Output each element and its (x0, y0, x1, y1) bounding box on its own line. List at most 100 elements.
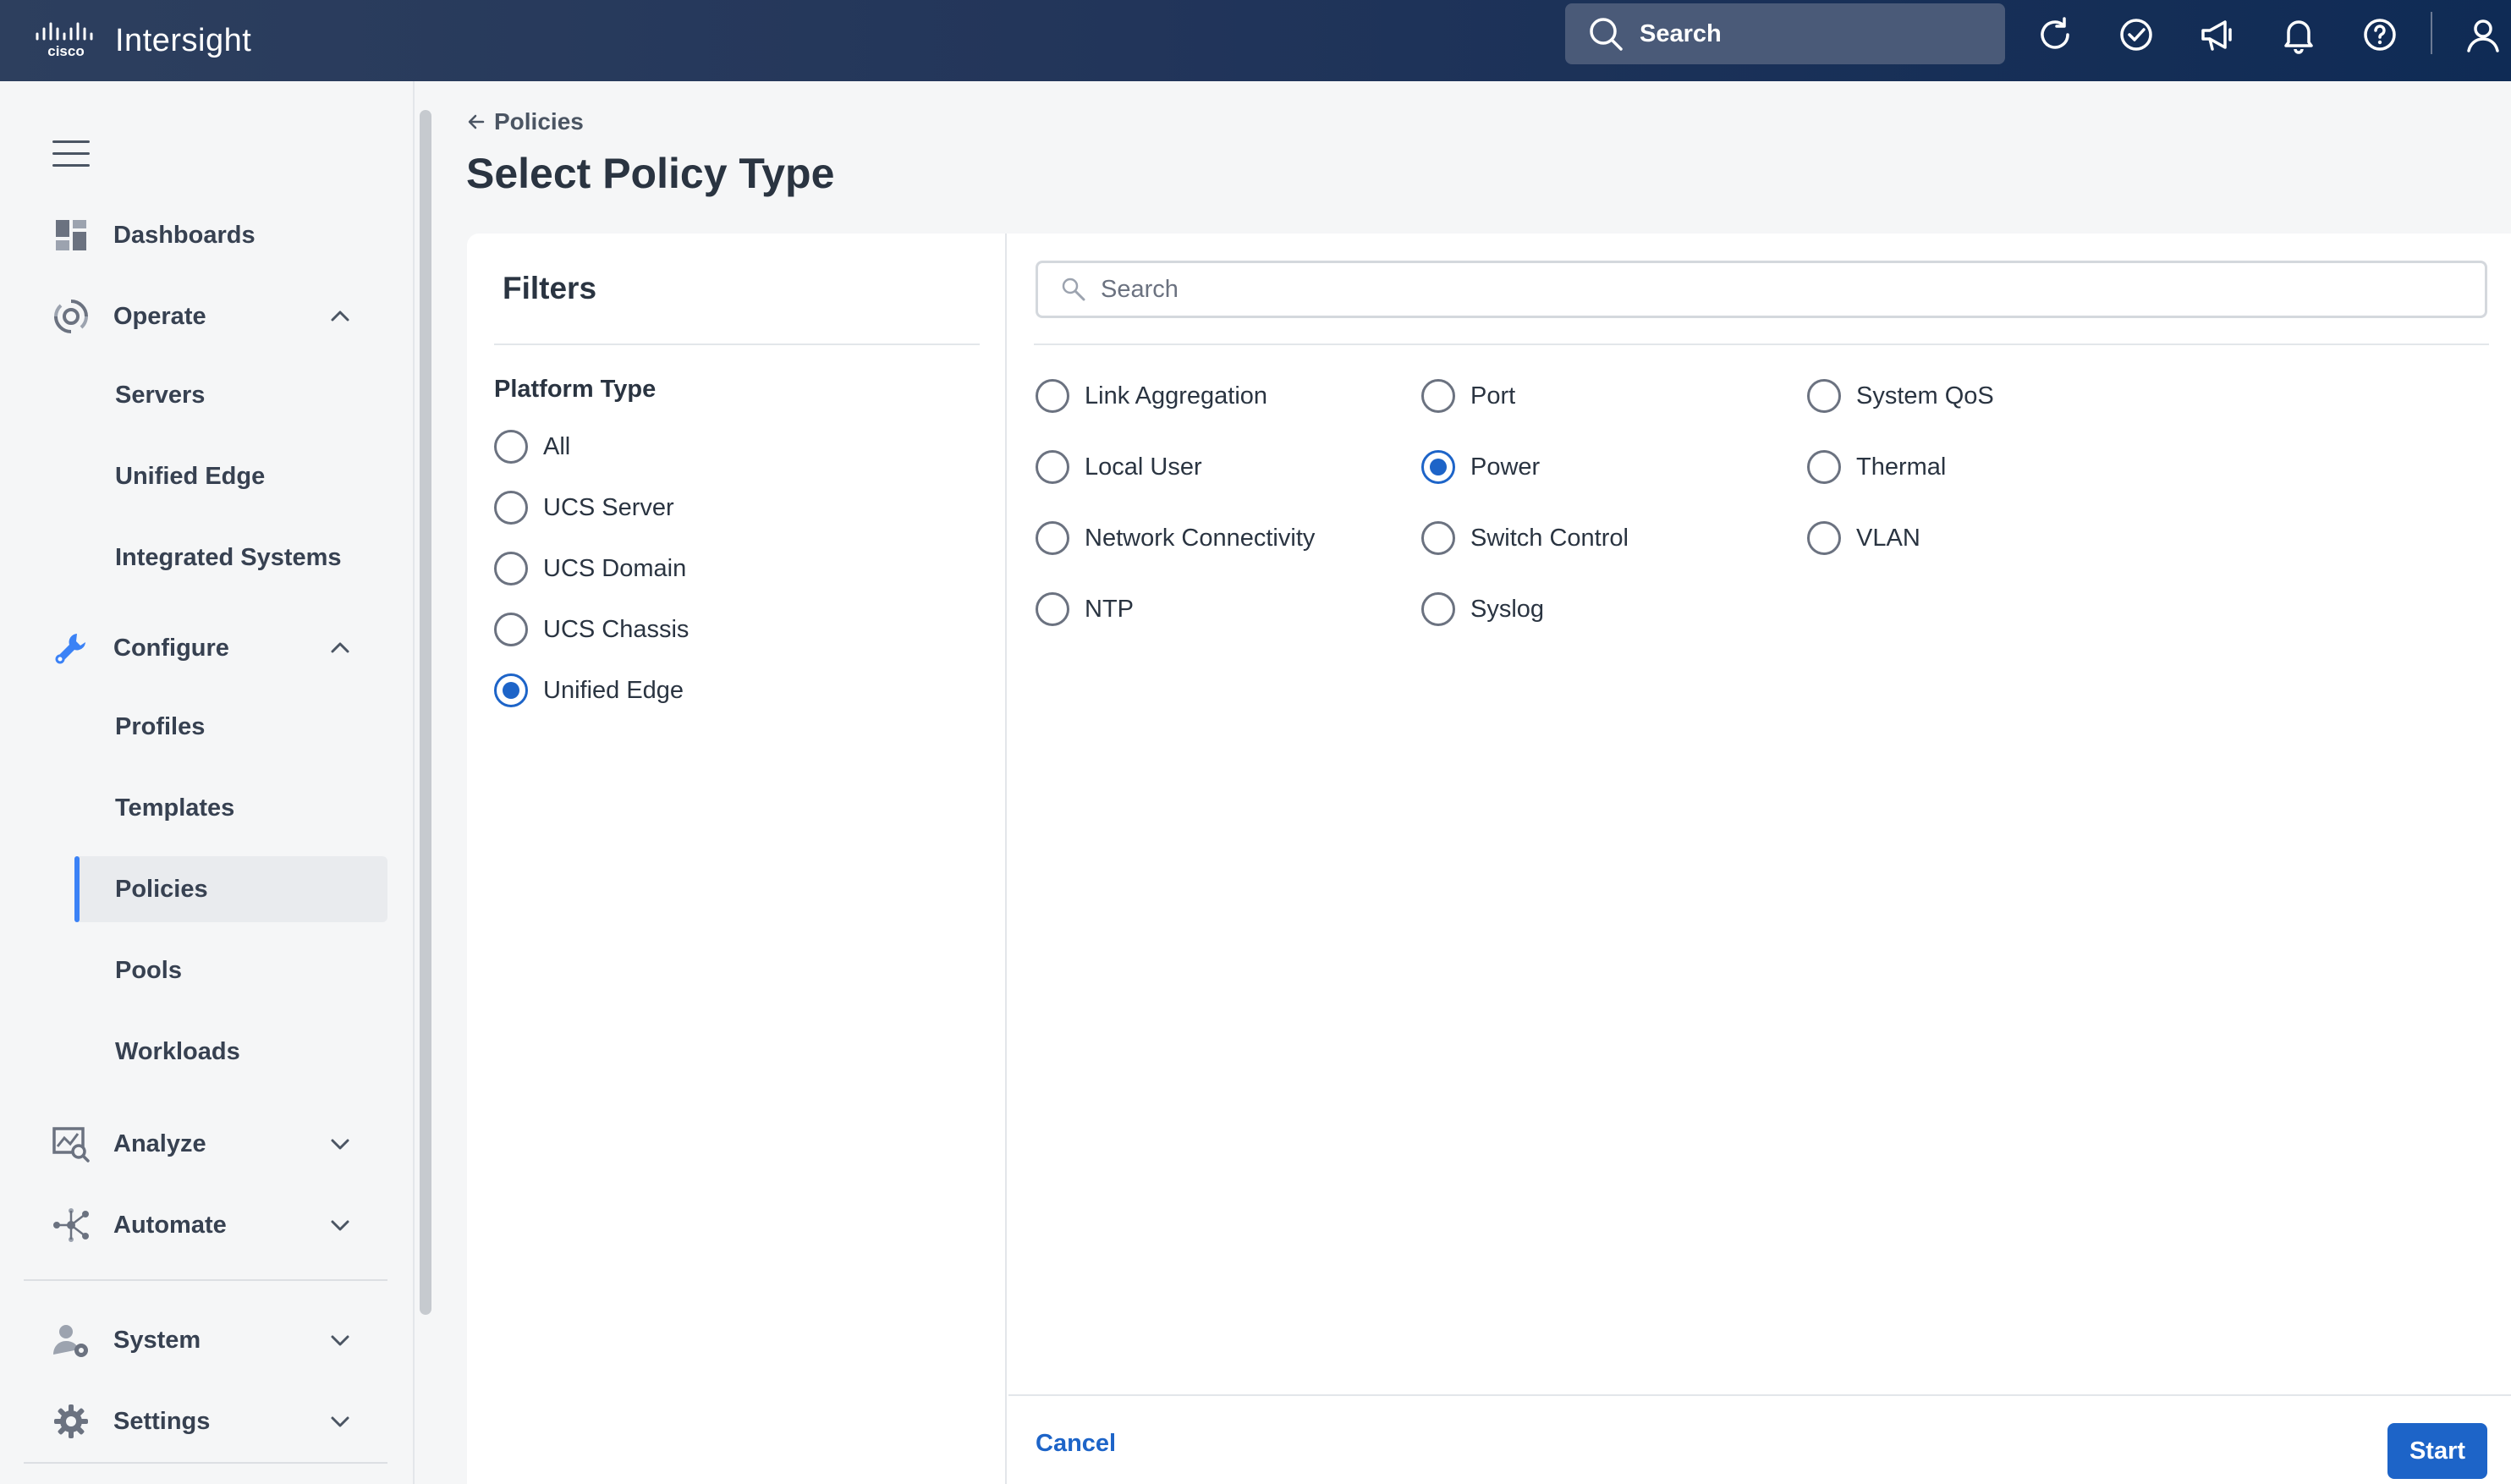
sidebar: Dashboards Operate Servers Unified Edge … (0, 81, 415, 1484)
bell-icon[interactable] (2277, 14, 2320, 56)
radio-button[interactable] (1807, 450, 1841, 484)
nav-settings[interactable]: Settings (24, 1389, 387, 1454)
platform-option-ucs-chassis[interactable]: UCS Chassis (494, 613, 689, 646)
platform-option-unified-edge[interactable]: Unified Edge (494, 673, 684, 707)
platform-option-label: UCS Server (543, 493, 674, 521)
chevron-up-icon (331, 311, 349, 322)
radio-button-selected[interactable] (1421, 450, 1455, 484)
policy-option-ntp[interactable]: NTP (1036, 592, 1134, 626)
nav-dashboards-label: Dashboards (113, 221, 255, 249)
user-icon[interactable] (2462, 14, 2504, 56)
nav-integrated-systems[interactable]: Integrated Systems (74, 525, 387, 591)
radio-button[interactable] (494, 613, 528, 646)
nav-pools[interactable]: Pools (74, 937, 387, 1003)
policy-search-placeholder: Search (1101, 275, 1179, 303)
search-icon (1062, 278, 1085, 301)
nav-profiles[interactable]: Profiles (74, 694, 387, 760)
nav-settings-label: Settings (113, 1407, 211, 1435)
global-search-input[interactable]: Search (1565, 3, 2005, 64)
cisco-logo-icon: cisco (36, 22, 93, 59)
nav-unified-edge[interactable]: Unified Edge (74, 443, 387, 509)
policy-option-syslog[interactable]: Syslog (1421, 592, 1544, 626)
radio-button-selected[interactable] (494, 673, 528, 707)
megaphone-icon[interactable] (2196, 14, 2239, 56)
gear-icon (49, 1399, 93, 1443)
top-bar: cisco Intersight Search (0, 0, 2511, 81)
analyze-icon (49, 1122, 93, 1166)
radio-button[interactable] (1036, 521, 1069, 555)
nav-policies[interactable]: Policies (74, 856, 387, 922)
menu-toggle-icon[interactable] (52, 140, 90, 174)
policy-option-label: Link Aggregation (1085, 382, 1268, 409)
nav-automate[interactable]: Automate (24, 1193, 387, 1257)
platform-option-ucs-domain[interactable]: UCS Domain (494, 552, 686, 585)
radio-button[interactable] (1807, 379, 1841, 413)
nav-operate-label: Operate (113, 302, 206, 330)
nav-workloads[interactable]: Workloads (74, 1019, 387, 1085)
nav-operate[interactable]: Operate (24, 284, 387, 349)
radio-button[interactable] (1036, 450, 1069, 484)
back-link-label: Policies (494, 108, 584, 135)
operate-icon (49, 294, 93, 338)
sidebar-scrollbar[interactable] (420, 110, 431, 1315)
nav-automate-label: Automate (113, 1211, 227, 1239)
radio-button[interactable] (1421, 379, 1455, 413)
radio-button[interactable] (494, 430, 528, 464)
cancel-button[interactable]: Cancel (1036, 1430, 1116, 1458)
platform-option-label: UCS Domain (543, 554, 687, 582)
platform-option-ucs-server[interactable]: UCS Server (494, 491, 674, 525)
nav-templates[interactable]: Templates (74, 775, 387, 841)
platform-option-label: Unified Edge (543, 676, 684, 704)
help-icon[interactable] (2359, 14, 2401, 56)
automate-icon (49, 1203, 93, 1247)
app-name: Intersight (115, 22, 252, 58)
topbar-divider (2431, 12, 2432, 54)
filters-divider (494, 344, 980, 345)
policy-option-link-aggregation[interactable]: Link Aggregation (1036, 379, 1267, 413)
svg-text:cisco: cisco (47, 43, 84, 59)
nav-dashboards[interactable]: Dashboards (24, 203, 387, 267)
radio-button[interactable] (1421, 521, 1455, 555)
nav-analyze[interactable]: Analyze (24, 1112, 387, 1176)
policy-option-power[interactable]: Power (1421, 450, 1540, 484)
arrow-left-icon (468, 114, 485, 129)
platform-option-all[interactable]: All (494, 430, 570, 464)
policy-option-system-qos[interactable]: System QoS (1807, 379, 1994, 413)
check-circle-icon[interactable] (2115, 14, 2157, 56)
chevron-down-icon (331, 1335, 349, 1346)
system-user-icon (49, 1318, 93, 1362)
platform-type-label: Platform Type (494, 376, 657, 403)
policy-list-divider (1034, 344, 2489, 345)
policy-search-input[interactable]: Search (1036, 261, 2487, 318)
chevron-down-icon (331, 1139, 349, 1150)
footer-divider (1008, 1394, 2511, 1396)
start-button[interactable]: Start (2387, 1423, 2487, 1479)
refresh-icon[interactable] (2034, 14, 2076, 56)
policy-option-vlan[interactable]: VLAN (1807, 521, 1920, 555)
policy-option-network-connectivity[interactable]: Network Connectivity (1036, 521, 1315, 555)
nav-configure[interactable]: Configure (24, 616, 387, 680)
dashboard-icon (49, 213, 93, 257)
policy-option-thermal[interactable]: Thermal (1807, 450, 1946, 484)
sidebar-divider (24, 1279, 387, 1281)
radio-button[interactable] (494, 491, 528, 525)
policy-type-panel: Filters Platform Type All UCS Server UCS… (467, 234, 2511, 1484)
chevron-down-icon (331, 1416, 349, 1427)
nav-analyze-label: Analyze (113, 1129, 206, 1157)
radio-button[interactable] (494, 552, 528, 585)
radio-button[interactable] (1807, 521, 1841, 555)
radio-button[interactable] (1036, 592, 1069, 626)
policy-option-local-user[interactable]: Local User (1036, 450, 1202, 484)
policy-option-port[interactable]: Port (1421, 379, 1515, 413)
policy-option-label: Local User (1085, 453, 1202, 481)
back-to-policies-link[interactable]: Policies (467, 108, 584, 135)
nav-system[interactable]: System (24, 1308, 387, 1372)
radio-button[interactable] (1421, 592, 1455, 626)
sidebar-divider (24, 1462, 387, 1464)
nav-servers[interactable]: Servers (74, 362, 387, 428)
brand[interactable]: cisco Intersight (32, 20, 251, 61)
policy-option-switch-control[interactable]: Switch Control (1421, 521, 1629, 555)
radio-button[interactable] (1036, 379, 1069, 413)
policy-option-label: VLAN (1856, 524, 1920, 552)
policy-option-label: NTP (1085, 595, 1134, 623)
